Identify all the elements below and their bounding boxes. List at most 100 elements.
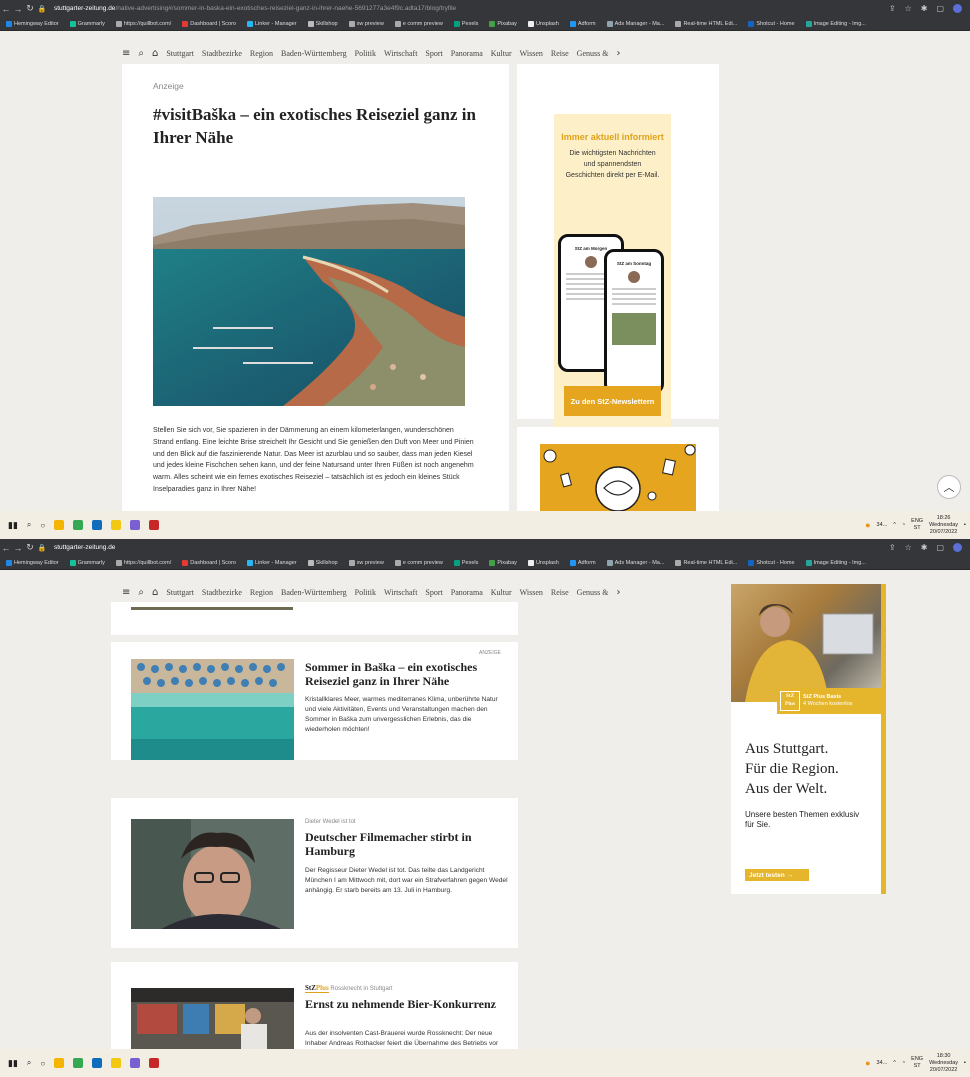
bookmark-item[interactable]: e comm preview — [394, 20, 443, 27]
language-indicator[interactable]: ENG ST — [911, 1056, 923, 1070]
bookmark-item[interactable]: Shotcut - Home — [748, 559, 795, 566]
teaser-title[interactable]: Ernst zu nehmende Bier-Konkurrenz — [305, 997, 505, 1011]
window-icon[interactable]: ▢ — [936, 543, 944, 552]
nav-link[interactable]: Wissen — [520, 49, 543, 58]
nav-link[interactable]: Stadtbezirke — [202, 49, 242, 58]
language-indicator[interactable]: ENG ST — [911, 518, 923, 532]
reload-icon[interactable]: ↻ — [24, 542, 36, 553]
search-icon[interactable]: ⌕ — [138, 48, 144, 59]
task-view-icon[interactable]: ○ — [40, 521, 45, 530]
nav-link[interactable]: Kultur — [491, 49, 512, 58]
menu-icon[interactable]: ≡ — [122, 48, 130, 59]
clock[interactable]: 18:26 Wednesday 20/07/2022 — [929, 515, 958, 536]
app-icon[interactable] — [149, 1058, 160, 1068]
bookmark-star-icon[interactable]: ☆ — [905, 543, 912, 552]
nav-link[interactable]: Kultur — [491, 588, 512, 597]
chevron-right-icon[interactable]: › — [616, 48, 620, 59]
bookmark-item[interactable]: Adform — [569, 559, 596, 566]
teams-icon[interactable] — [130, 520, 141, 530]
teaser-card[interactable]: ANZEIGE Sommer in Baška – ein exotisches… — [111, 642, 518, 760]
nav-link[interactable]: Baden-Württemberg — [281, 49, 347, 58]
forward-icon[interactable]: → — [12, 4, 24, 14]
bookmark-item[interactable]: Unsplash — [527, 20, 559, 27]
bookmark-item[interactable]: Linker - Manager — [247, 20, 297, 27]
outlook-icon[interactable] — [92, 1058, 103, 1068]
bookmark-item[interactable]: Pexels — [453, 20, 478, 27]
network-icon[interactable]: ◔ — [902, 1060, 905, 1066]
bookmark-item[interactable]: Skillshop — [307, 20, 338, 27]
url-field[interactable]: stuttgarter-zeitung.de/native-advertisin… — [54, 5, 456, 12]
newsletter-button[interactable]: Zu den StZ-Newslettern — [564, 386, 661, 416]
scroll-to-top-button[interactable]: ︿ — [937, 475, 961, 499]
bookmark-item[interactable]: e comm preview — [394, 559, 443, 566]
nav-link[interactable]: Stuttgart — [166, 588, 194, 597]
bookmark-item[interactable]: Pixabay — [489, 559, 517, 566]
search-icon[interactable]: ⌕ — [27, 1058, 31, 1068]
bookmark-item[interactable]: Image Editing - Img... — [805, 20, 866, 27]
teaser-title[interactable]: Deutscher Filmemacher stirbt in Hamburg — [305, 830, 505, 858]
nav-link[interactable]: Politik — [355, 49, 376, 58]
nav-link[interactable]: Reise — [551, 49, 569, 58]
chrome-canary-icon[interactable] — [54, 520, 65, 530]
chrome-icon[interactable] — [73, 520, 84, 530]
forward-icon[interactable]: → — [12, 543, 24, 553]
windows-start-icon[interactable]: ▮▮ — [8, 520, 18, 531]
teams-icon[interactable] — [130, 1058, 141, 1068]
bookmark-item[interactable]: Ads Manager - Ma... — [606, 20, 664, 27]
bookmark-item[interactable]: Pexels — [453, 559, 478, 566]
window-icon[interactable]: ▢ — [936, 4, 944, 13]
nav-link[interactable]: Sport — [425, 588, 442, 597]
url-field[interactable]: stuttgarter-zeitung.de — [54, 544, 115, 551]
bookmark-item[interactable]: Skillshop — [307, 559, 338, 566]
menu-icon[interactable]: ≡ — [122, 587, 130, 598]
bookmark-item[interactable]: Unsplash — [527, 559, 559, 566]
teaser-card[interactable]: StZPlus Rossknecht in Stuttgart Ernst zu… — [111, 962, 518, 1049]
nav-link[interactable]: Reise — [551, 588, 569, 597]
nav-link[interactable]: Region — [250, 588, 273, 597]
nav-link[interactable]: Stadtbezirke — [202, 588, 242, 597]
chevron-right-icon[interactable]: › — [616, 587, 620, 598]
nav-link[interactable]: Region — [250, 49, 273, 58]
home-icon[interactable]: ⌂ — [152, 48, 158, 59]
bookmark-item[interactable]: Linker - Manager — [247, 559, 297, 566]
bookmark-item[interactable]: Hemingway Editor — [6, 559, 59, 566]
nav-link[interactable]: Baden-Württemberg — [281, 588, 347, 597]
bookmark-star-icon[interactable]: ☆ — [905, 4, 912, 13]
bookmark-item[interactable]: Shotcut - Home — [748, 20, 795, 27]
outlook-icon[interactable] — [92, 520, 103, 530]
notifications-icon[interactable]: ▪ — [964, 1060, 966, 1066]
chevron-up-icon[interactable]: ^ — [893, 522, 896, 528]
nav-link[interactable]: Sport — [425, 49, 442, 58]
bookmark-item[interactable]: Image Editing - Img... — [805, 559, 866, 566]
file-explorer-icon[interactable] — [111, 520, 122, 530]
share-icon[interactable]: ⇪ — [889, 543, 896, 552]
share-icon[interactable]: ⇪ — [889, 4, 896, 13]
bookmark-item[interactable]: https://quillbot.com/ — [115, 20, 171, 27]
extensions-icon[interactable]: ✱ — [921, 543, 928, 552]
nav-link[interactable]: Wirtschaft — [384, 49, 417, 58]
back-icon[interactable]: ← — [0, 4, 12, 14]
bookmark-item[interactable]: Dashboard | Scoro — [182, 559, 236, 566]
nav-link[interactable]: Panorama — [451, 588, 483, 597]
back-icon[interactable]: ← — [0, 543, 12, 553]
bookmark-item[interactable]: Dashboard | Scoro — [182, 20, 236, 27]
bookmark-item[interactable]: Hemingway Editor — [6, 20, 59, 27]
bookmark-item[interactable]: Adform — [569, 20, 596, 27]
bookmark-item[interactable]: sw preview — [348, 20, 384, 27]
clock[interactable]: 18:30 Wednesday 20/07/2022 — [929, 1053, 958, 1074]
chrome-canary-icon[interactable] — [54, 1058, 65, 1068]
bookmark-item[interactable]: Real-time HTML Edi... — [675, 559, 737, 566]
profile-avatar[interactable] — [953, 4, 962, 13]
try-now-button[interactable]: Jetzt testen → — [745, 869, 809, 881]
task-view-icon[interactable]: ○ — [40, 1059, 45, 1068]
nav-link[interactable]: Genuss & — [577, 49, 609, 58]
nav-link[interactable]: Genuss & — [577, 588, 609, 597]
home-icon[interactable]: ⌂ — [152, 587, 158, 598]
file-explorer-icon[interactable] — [111, 1058, 122, 1068]
chrome-icon[interactable] — [73, 1058, 84, 1068]
bookmark-item[interactable]: sw preview — [348, 559, 384, 566]
windows-start-icon[interactable]: ▮▮ — [8, 1058, 18, 1069]
teaser-card[interactable]: Dieter Wedel ist tot Deutscher Filmemach… — [111, 798, 518, 948]
extensions-icon[interactable]: ✱ — [921, 4, 928, 13]
bookmark-item[interactable]: Real-time HTML Edi... — [675, 20, 737, 27]
